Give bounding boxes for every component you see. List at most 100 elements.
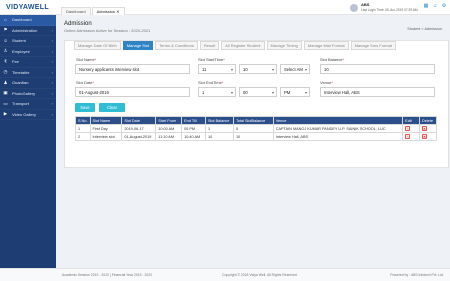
cell-total-slot-balance: 5 bbox=[232, 124, 274, 133]
tab-terms-conditions[interactable]: Terms & Conditions bbox=[155, 41, 198, 50]
sidebar-item-timetable[interactable]: ◷ Timetable › bbox=[0, 68, 56, 78]
chevron-right-icon: › bbox=[51, 38, 53, 44]
end-minute-select[interactable]: 00 bbox=[239, 87, 277, 97]
cell-slot-balance: 1 bbox=[205, 124, 234, 133]
start-minute-select[interactable]: 10 bbox=[239, 64, 277, 74]
slot-name-label: Slot Name* bbox=[76, 57, 97, 62]
main-content: Admission Online Admission Active for Se… bbox=[56, 15, 450, 268]
chevron-right-icon: › bbox=[51, 80, 53, 86]
start-ampm-select[interactable]: Select AM bbox=[280, 64, 310, 74]
cell-edit: ✎ bbox=[402, 124, 420, 133]
col-delete: Delete bbox=[418, 116, 438, 125]
chevron-right-icon: › bbox=[51, 48, 53, 54]
col-sno: S.No. bbox=[75, 116, 91, 125]
grid-icon[interactable]: ▦ bbox=[423, 3, 429, 9]
save-button[interactable]: Save bbox=[75, 103, 95, 112]
cell-sno: 2 bbox=[75, 132, 91, 141]
chevron-right-icon: › bbox=[51, 111, 53, 117]
chevron-right-icon: › bbox=[51, 69, 53, 75]
sidebar-item-guardian[interactable]: ♟ Guardian › bbox=[0, 78, 56, 89]
sidebar-item-student[interactable]: ☺ Student › bbox=[0, 36, 56, 47]
col-end-till: End Till bbox=[181, 116, 206, 125]
sidebar-item-label: Video Gallery bbox=[12, 111, 36, 117]
table-header-row: S.No. Slot Name Slot Date Start From End… bbox=[75, 116, 438, 125]
col-edit: Edit bbox=[402, 116, 420, 125]
video-icon: ▶ bbox=[3, 111, 8, 117]
open-tabs: Dashboard Admission ✕ bbox=[56, 0, 125, 15]
cell-venue: Interview Hall, ABS bbox=[272, 132, 404, 141]
slot-date-input[interactable]: 01-August-2019 bbox=[75, 87, 190, 97]
app-logo[interactable]: VIDYAWELL bbox=[0, 0, 56, 15]
home-icon: ⌂ bbox=[4, 17, 7, 23]
cell-slot-date: 2019-06-17 bbox=[121, 124, 157, 133]
sidebar-item-label: Dashboard bbox=[12, 17, 32, 23]
avatar[interactable] bbox=[350, 3, 358, 12]
sidebar-item-label: Fee bbox=[12, 59, 19, 65]
timetable-icon: ◷ bbox=[3, 69, 8, 75]
bus-icon: ▭ bbox=[3, 100, 8, 106]
venue-input[interactable]: Interview Hall, ABS bbox=[320, 87, 435, 97]
start-hour-select[interactable]: 11 bbox=[198, 64, 236, 74]
chevron-right-icon: › bbox=[51, 90, 53, 96]
user-block[interactable]: ABS Last Login Time: 05-Jun-2019 07:29 A… bbox=[350, 2, 420, 13]
bell-icon[interactable]: ♫ bbox=[432, 3, 438, 9]
sidebar-item-label: Student bbox=[12, 38, 26, 44]
trash-icon[interactable]: ✖ bbox=[421, 134, 427, 139]
tab-manage-dob[interactable]: Manage Date Of Birth bbox=[74, 41, 121, 50]
sidebar-item-transport[interactable]: ▭ Transport › bbox=[0, 99, 56, 110]
edit-icon[interactable]: ✎ bbox=[405, 126, 411, 131]
tab-all-register-student[interactable]: All Register Student bbox=[221, 41, 265, 50]
tab-manage-sms-format[interactable]: Manage Sms Format bbox=[350, 41, 396, 50]
last-login: Last Login Time: 05-Jun-2019 07:29 AM bbox=[361, 7, 418, 12]
end-hour-select[interactable]: 1 bbox=[198, 87, 236, 97]
trash-icon[interactable]: ✖ bbox=[421, 126, 427, 131]
top-icons: ▦ ♫ ⚙ ⏻ bbox=[423, 3, 450, 9]
cell-slot-name: First Day bbox=[89, 124, 123, 133]
table-row: 2 Interview slot 01-August-2019 11:10 AM… bbox=[75, 132, 438, 141]
sidebar-item-video-gallery[interactable]: ▶ Video Gallery › bbox=[0, 110, 56, 120]
slot-name-input[interactable]: Nursery applicants interview slot bbox=[75, 64, 190, 74]
cell-slot-balance: 10 bbox=[205, 132, 234, 141]
cell-total-slot-balance: 10 bbox=[232, 132, 274, 141]
session-info: Academic Session 2019 - 2020 | Financial… bbox=[62, 273, 153, 277]
slot-date-label: Slot Date* bbox=[76, 80, 95, 85]
page-subtitle: Online Admission Active for Session : 20… bbox=[64, 28, 151, 33]
tab-manage-timing[interactable]: Manage Timing bbox=[266, 41, 302, 50]
tab-manage-slot[interactable]: Manage Slot bbox=[122, 41, 154, 50]
sidebar-item-employee[interactable]: ♙ Employee › bbox=[0, 47, 56, 57]
top-bar: VIDYAWELL Dashboard Admission ✕ ABS Last… bbox=[0, 0, 450, 15]
sidebar-item-label: Guardian bbox=[12, 80, 29, 86]
admin-icon: ⚑ bbox=[3, 27, 8, 33]
sidebar: ⌂ Dashboard ⚑ Administration › ☺ Student › ♙ E… bbox=[0, 15, 56, 268]
photo-icon: ▣ bbox=[3, 90, 8, 96]
chevron-right-icon: › bbox=[51, 59, 53, 65]
col-slot-name: Slot Name bbox=[89, 116, 123, 125]
student-icon: ☺ bbox=[3, 38, 8, 44]
venue-label: Venue* bbox=[320, 80, 333, 85]
tab-dashboard[interactable]: Dashboard bbox=[61, 6, 91, 15]
sidebar-item-administration[interactable]: ⚑ Administration › bbox=[0, 26, 56, 36]
tab-result[interactable]: Result bbox=[199, 41, 220, 50]
clear-button[interactable]: Clear bbox=[99, 103, 125, 112]
page-title: Admission bbox=[64, 21, 92, 27]
sidebar-item-label: Employee bbox=[12, 48, 30, 54]
footer: Academic Session 2019 - 2020 | Financial… bbox=[0, 268, 450, 281]
cell-end-till: 05 PM bbox=[181, 124, 206, 133]
slot-balance-label: Slot Balance* bbox=[320, 57, 345, 62]
breadcrumb[interactable]: Student > Admission bbox=[407, 27, 442, 31]
tab-admission[interactable]: Admission ✕ bbox=[91, 6, 125, 15]
powered-by: Powered by : ABS Infotech Pvt. Ltd. bbox=[390, 273, 444, 277]
sidebar-item-dashboard[interactable]: ⌂ Dashboard bbox=[0, 15, 56, 26]
tab-manage-mail-format[interactable]: Manage Mail Format bbox=[303, 41, 349, 50]
guardian-icon: ♟ bbox=[3, 79, 8, 85]
slot-balance-input[interactable]: 10 bbox=[320, 64, 435, 74]
sidebar-item-fee[interactable]: ₹ Fee › bbox=[0, 57, 56, 68]
end-ampm-select[interactable]: PM bbox=[280, 87, 310, 97]
col-venue: Venue bbox=[272, 116, 404, 125]
settings-icon[interactable]: ⚙ bbox=[441, 3, 447, 9]
table-row: 1 First Day 2019-06-17 10:00 AM 05 PM 1 … bbox=[75, 124, 438, 133]
col-total-slot-balance: Total SlotBalance bbox=[232, 116, 274, 125]
edit-icon[interactable]: ✎ bbox=[405, 134, 411, 139]
cell-slot-date: 01-August-2019 bbox=[121, 132, 157, 141]
sidebar-item-photogallery[interactable]: ▣ PhotoGallery › bbox=[0, 89, 56, 99]
